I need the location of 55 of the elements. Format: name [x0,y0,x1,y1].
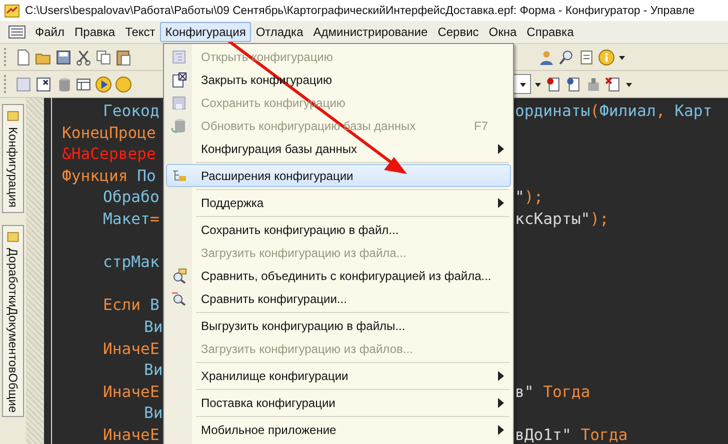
code-token: вДо1т" [515,426,572,444]
menu-item[interactable]: Сохранить конфигурацию в файл... [166,218,511,241]
code-token: ); [590,210,609,228]
code-token: Ви [143,318,163,336]
code-token: ксКарты" [515,210,590,228]
code-token: Обрабо [102,188,160,206]
code-token: в" [515,382,534,401]
menu-item[interactable]: Хранилище конфигурации [166,364,511,387]
menu-bar-item[interactable]: Конфигурация [160,22,251,42]
code-token: , [656,102,666,120]
menu-item[interactable]: Конфигурация базы данных [166,137,511,160]
menu-item[interactable]: Поставка конфигурации [166,391,511,414]
code-token: ИначеЕ [102,426,160,444]
code-token: ИначеЕ [102,340,160,358]
menu-item[interactable]: Сравнить конфигурации... [166,287,511,310]
menu-item[interactable]: Мобильное приложение [166,418,511,441]
menu-bar-item[interactable]: Отладка [250,22,308,42]
code-token: ( [590,102,600,120]
code-token: Если [102,296,141,314]
menu-item[interactable]: Поддержка [166,191,511,214]
code-token: Функция [62,166,128,185]
side-tab[interactable]: ДоработкиДокументовОбщие [2,224,24,418]
menu-bar-item[interactable]: Администрирование [308,22,433,42]
code-token: Филиал [600,102,656,120]
code-token: &НаСервере [62,145,156,164]
menu-item[interactable]: Выгрузить конфигурацию в файлы... [166,314,511,337]
side-tab-label: Конфигурация [6,127,20,208]
shortcut-label: F7 [474,118,488,132]
window-title: C:\Users\bespalovav\Работа\Работы\09 Сентябрь\КартографическийИнтерфейсДоставка.epf: Форма - Конфигуратор - Управле [25,4,695,16]
code-token: В [148,296,160,314]
menu-bar-item[interactable]: Сервис [432,22,484,42]
menu-bar-item[interactable]: Окна [484,22,522,42]
side-tab[interactable]: Конфигурация [2,104,24,213]
menu-item[interactable]: Расширения конфигурации [166,164,511,187]
code-token: стрМак [102,253,160,272]
code-token: ординаты [515,102,590,120]
side-tab-label: ДоработкиДокументовОбщие [6,248,20,412]
menu-bar-item[interactable]: Текст [120,22,160,42]
menu-item[interactable]: Сравнить, объединить с конфигурацией из файла... [166,264,511,287]
code-token: Карт [674,102,712,120]
code-token: Ви [143,361,163,380]
code-token: Тогда [580,426,628,444]
code-token: ИначеЕ [102,382,160,401]
menu-bar-item[interactable]: Файл [30,22,70,42]
code-token: По [136,166,156,185]
code-token: = [150,210,160,228]
code-token: КонецПроце [62,124,156,142]
code-token: Макет [102,210,150,228]
menu-bar-item[interactable]: Справка [522,22,579,42]
code-token: Геокод [102,102,160,120]
code-token: Ви [143,404,163,422]
code-token: ); [524,188,544,206]
code-token: " [515,188,524,206]
menu-bar-item[interactable]: Правка [70,22,120,42]
code-token: Тогда [542,382,590,401]
